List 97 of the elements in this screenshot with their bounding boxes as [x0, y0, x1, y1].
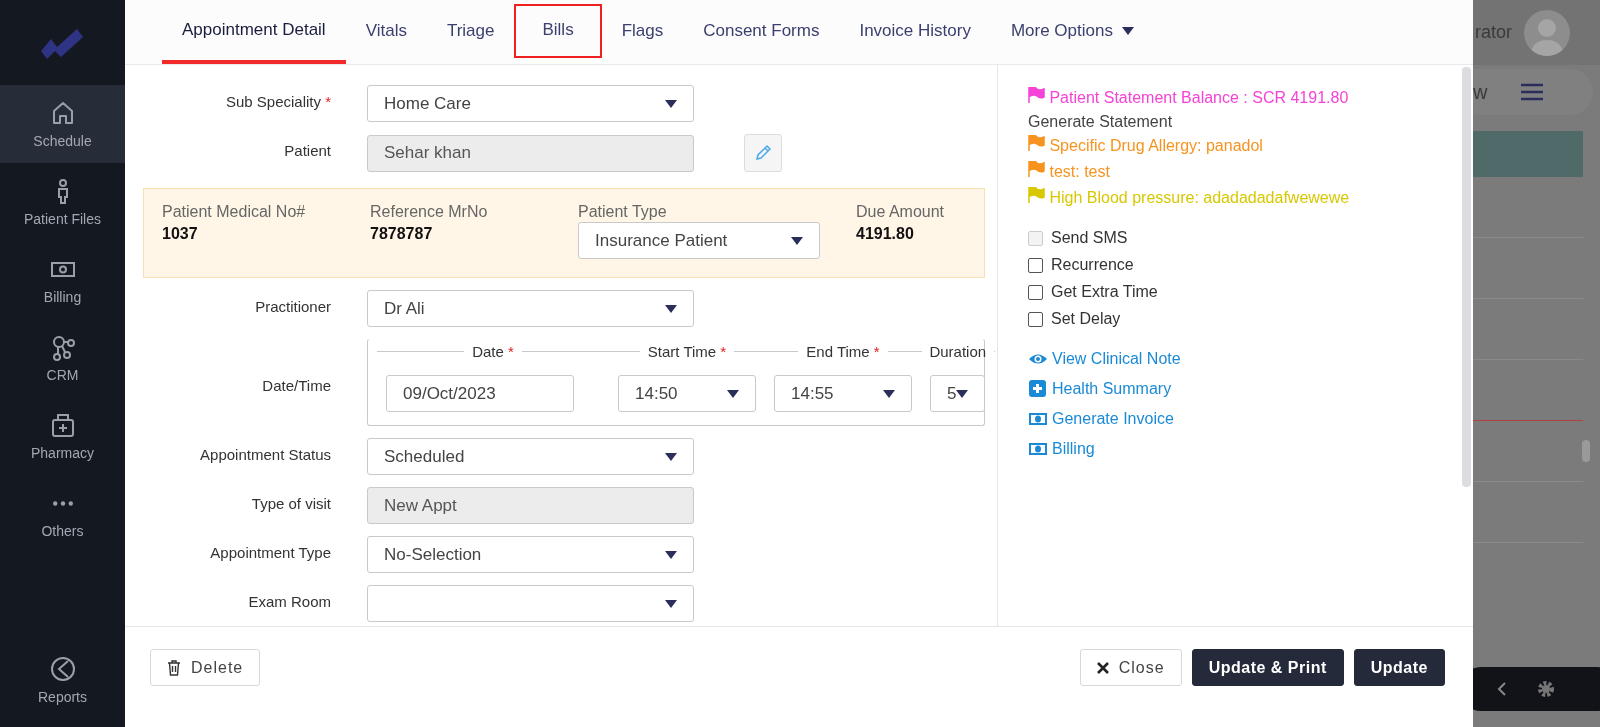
select-field[interactable]: 5	[930, 375, 986, 412]
info-label: Due Amount	[856, 203, 946, 221]
checkbox-label: Get Extra Time	[1051, 283, 1158, 301]
select-field[interactable]: Home Care	[367, 85, 694, 122]
caret-icon	[665, 304, 677, 313]
required-mark: *	[873, 342, 880, 360]
checkbox[interactable]	[1028, 284, 1043, 300]
banknote-icon	[1028, 440, 1048, 458]
info-label: Reference MrNo	[370, 203, 489, 221]
info-value: 1037	[162, 225, 199, 243]
checkbox-label: Send SMS	[1051, 229, 1128, 247]
statement-link[interactable]: Generate Statement	[1028, 111, 1443, 133]
flag-note: Patient Statement Balance : SCR 4191.80	[1028, 85, 1368, 111]
required-mark: *	[325, 93, 331, 110]
caret-icon	[665, 99, 677, 108]
nav-item[interactable]: Reports	[0, 641, 125, 719]
link[interactable]: Billing	[1052, 440, 1095, 458]
avatar-icon[interactable]	[1524, 9, 1570, 56]
tab[interactable]: Appointment Detail	[162, 0, 346, 64]
settings-icon[interactable]	[1537, 680, 1555, 698]
tab[interactable]: Flags	[601, 0, 684, 64]
pie-chart-icon	[48, 655, 77, 683]
field-label: Duration	[929, 342, 987, 360]
checkbox[interactable]	[1028, 257, 1043, 273]
field-label: Exam Room	[247, 592, 331, 612]
flag-note: High Blood pressure: adadadadafwewewe	[1028, 185, 1368, 211]
select-field[interactable]: Dr Ali	[367, 290, 694, 327]
caret-icon	[883, 389, 895, 398]
pencil-icon	[754, 144, 772, 162]
nav-item[interactable]: CRM	[0, 319, 125, 397]
field-label: Type of visit	[250, 494, 331, 514]
tab[interactable]: More Options	[990, 0, 1154, 64]
info-label: Patient Type	[578, 203, 668, 221]
caret-icon	[1121, 26, 1134, 35]
date-field[interactable]: 09/Oct/2023	[386, 375, 574, 412]
tab[interactable]: Vitals	[345, 0, 427, 64]
required-mark: *	[720, 342, 727, 360]
link[interactable]: View Clinical Note	[1052, 350, 1181, 368]
checkbox-label: Set Delay	[1051, 310, 1121, 328]
delete-button[interactable]: Delete	[150, 649, 261, 686]
field-label: Date/Time	[261, 376, 331, 396]
nav-item[interactable]: Patient Files	[0, 163, 125, 241]
nav-item[interactable]: Others	[0, 475, 125, 553]
caret-icon	[727, 389, 739, 398]
tab[interactable]: Triage	[426, 0, 515, 64]
field-label: Appointment Status	[199, 445, 331, 465]
update-button[interactable]: Update	[1353, 649, 1445, 686]
update-button[interactable]: Update & Print	[1191, 649, 1344, 686]
flag-note: Specific Drug Allergy: panadol	[1028, 133, 1368, 159]
plus-square-icon	[1028, 380, 1048, 398]
field-label: Start Time *	[647, 342, 727, 360]
caret-icon	[665, 452, 677, 461]
caret-icon	[791, 236, 803, 245]
tab[interactable]: Consent Forms	[683, 0, 840, 64]
user-name: rator	[1474, 22, 1512, 43]
link[interactable]: Generate Invoice	[1052, 410, 1174, 428]
scrollbar[interactable]	[1582, 440, 1590, 462]
tab[interactable]: Invoice History	[839, 0, 991, 64]
info-value: 4191.80	[856, 225, 915, 243]
chevron-left-icon[interactable]	[1497, 682, 1507, 696]
trash-icon	[167, 659, 181, 676]
required-mark: *	[508, 342, 514, 360]
checkbox[interactable]	[1028, 311, 1043, 327]
field-label: End Time *	[806, 342, 880, 360]
caret-icon	[956, 389, 969, 398]
scrollbar[interactable]	[1462, 67, 1471, 487]
field-label: Date *	[472, 342, 514, 360]
close-button[interactable]: Close	[1079, 649, 1182, 686]
edit-button[interactable]	[744, 134, 782, 172]
select-field[interactable]: No-Selection	[367, 536, 694, 573]
select-field[interactable]	[367, 585, 694, 622]
input-field[interactable]: Sehar khan	[367, 134, 694, 172]
field-label: Appointment Type	[209, 543, 331, 563]
nav-item[interactable]: Pharmacy	[0, 397, 125, 475]
close-icon	[1096, 661, 1109, 674]
select-field[interactable]: Scheduled	[367, 438, 694, 475]
more-icon	[52, 501, 73, 506]
select-field[interactable]: 14:50	[618, 375, 756, 412]
nav-item[interactable]: Schedule	[0, 85, 125, 163]
checkbox-label: Recurrence	[1051, 256, 1134, 274]
field-label: Sub Speciality *	[224, 92, 331, 112]
field-label: Practitioner	[254, 297, 331, 317]
caret-icon	[665, 550, 677, 559]
field-label: Patient	[283, 141, 331, 161]
banknote-icon	[1028, 410, 1048, 428]
link[interactable]: Health Summary	[1052, 380, 1172, 398]
caret-icon	[665, 599, 677, 608]
select-field[interactable]: 14:55	[774, 375, 912, 412]
info-label: Patient Medical No#	[162, 203, 307, 221]
logo-icon	[40, 26, 85, 59]
menu-icon[interactable]	[1521, 83, 1544, 101]
tab[interactable]: Bills	[514, 4, 602, 58]
nav-item[interactable]: Billing	[0, 241, 125, 319]
info-value: 7878787	[370, 225, 434, 243]
input-field[interactable]: New Appt	[367, 487, 694, 524]
select-field[interactable]: Insurance Patient	[578, 222, 820, 259]
flag-note: test: test	[1028, 159, 1368, 185]
